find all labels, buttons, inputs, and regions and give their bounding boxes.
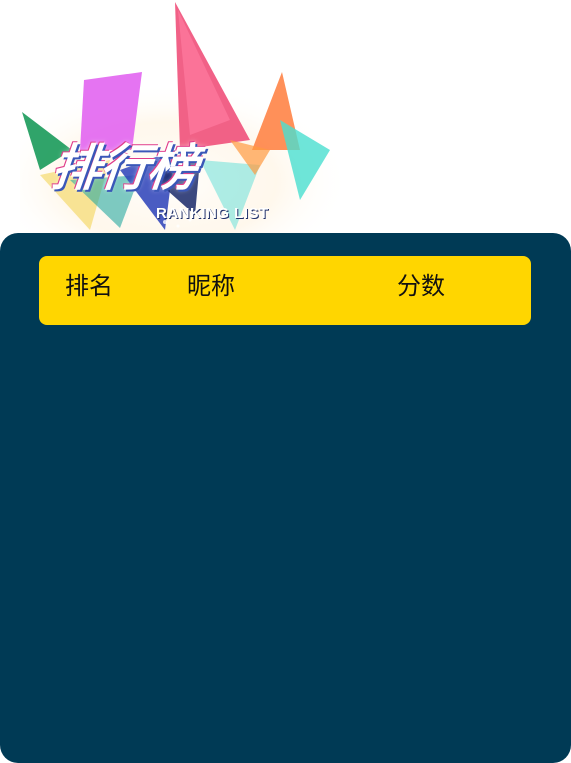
- banner-subtitle: RANKING LIST: [156, 205, 269, 222]
- ranking-banner: 排行榜 RANKING LIST: [0, 0, 360, 260]
- column-header-rank: 排名: [65, 272, 113, 300]
- leaderboard-list: [39, 337, 531, 737]
- ranking-page: 排行榜 RANKING LIST 排名 昵称 分数: [0, 0, 571, 763]
- column-header-score: 分数: [397, 272, 445, 300]
- leaderboard-panel: 排名 昵称 分数: [0, 233, 571, 763]
- leaderboard-header: 排名 昵称 分数: [39, 256, 531, 325]
- column-header-nickname: 昵称: [187, 272, 235, 300]
- banner-title: 排行榜: [48, 139, 199, 197]
